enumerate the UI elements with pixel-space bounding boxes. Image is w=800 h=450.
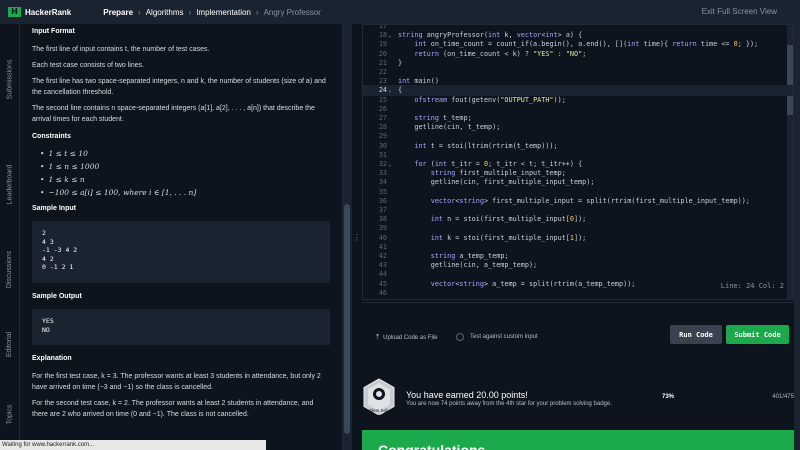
- badge-progress-percent: 73%: [662, 394, 675, 400]
- line-number: 46: [378, 288, 387, 297]
- explanation-heading: Explanation: [32, 355, 72, 362]
- hackerrank-logo[interactable]: H HackerRank: [8, 7, 71, 17]
- badge-label: Problem Solving ★★★: [362, 408, 396, 418]
- tab-topics[interactable]: Topics: [0, 384, 20, 444]
- problem-solving-badge-icon: Problem Solving ★★★: [362, 378, 396, 418]
- input-format-line: The second line contains n space-separat…: [32, 105, 315, 123]
- chevron-right-icon: ›: [138, 7, 141, 17]
- run-code-button[interactable]: Run Code: [670, 325, 722, 344]
- points-earned-banner: Problem Solving ★★★ You have earned 20.00…: [362, 372, 794, 422]
- drag-handle-icon: ⋮: [353, 232, 361, 242]
- sample-input-block: 2 4 3 -1 -3 4 2 4 2 0 -1 2 1: [32, 221, 330, 283]
- constraint-item: 1 ≤ t ≤ 10: [40, 149, 330, 158]
- scrollbar-thumb[interactable]: [344, 204, 350, 434]
- top-bar: H HackerRank Prepare › Algorithms › Impl…: [0, 0, 800, 24]
- constraints-list: 1 ≤ t ≤ 10 1 ≤ n ≤ 1000 1 ≤ k ≤ n −100 ≤…: [40, 149, 330, 197]
- divider: [362, 302, 794, 303]
- input-format-line: The first line has two space-separated i…: [32, 78, 326, 96]
- constraint-item: −100 ≤ a[i] ≤ 100, where i ∈ [1, . . . n…: [40, 188, 330, 197]
- sample-output-heading: Sample Output: [32, 293, 82, 300]
- explanation-paragraph: For the first test case, k = 3. The prof…: [32, 373, 321, 391]
- browser-status-text: Waiting for www.hackerrank.com...: [0, 440, 266, 450]
- chevron-right-icon: ›: [255, 7, 259, 17]
- tab-editorial[interactable]: Editorial: [0, 314, 20, 374]
- sample-output-block: YES NO: [32, 309, 330, 345]
- congratulations-banner: Congratulations: [362, 430, 794, 450]
- constraint-item: 1 ≤ n ≤ 1000: [40, 162, 330, 171]
- problem-scrollbar[interactable]: [342, 24, 352, 450]
- custom-input-toggle[interactable]: Test against custom input: [456, 333, 538, 341]
- custom-input-label: Test against custom input: [470, 334, 538, 340]
- upload-label: Upload Code as File: [383, 335, 438, 341]
- upload-code-link[interactable]: ⤒ Upload Code as File: [376, 334, 437, 342]
- submit-code-button[interactable]: Submit Code: [726, 325, 789, 344]
- problem-statement-panel: Input Format The first line of input con…: [20, 24, 342, 450]
- code-editor[interactable]: 17 18 ⌄ string angryProfessor(int k, vector…: [362, 24, 794, 300]
- breadcrumb-algorithms[interactable]: Algorithms: [146, 8, 184, 17]
- tab-discussions[interactable]: Discussions: [0, 239, 20, 299]
- page-scrollbar[interactable]: [794, 24, 800, 450]
- breadcrumb-implementation[interactable]: Implementation: [196, 8, 251, 17]
- badge-progress-count: 401/475: [772, 394, 794, 400]
- explanation-paragraph: For the second test case, k = 2. The pro…: [32, 400, 314, 418]
- constraint-item: 1 ≤ k ≤ n: [40, 175, 330, 184]
- chevron-right-icon: ›: [188, 7, 192, 17]
- input-format-line: Each test case consists of two lines.: [32, 62, 145, 69]
- breadcrumb: Prepare › Algorithms › Implementation › …: [103, 8, 321, 17]
- upload-icon: ⤒: [376, 334, 380, 341]
- input-format-heading: Input Format: [32, 28, 75, 35]
- side-tab-bar: Submissions Leaderboard Discussions Edit…: [0, 24, 20, 450]
- input-format-line: The first line of input contains t, the …: [32, 46, 210, 53]
- breadcrumb-current-challenge: Angry Professor: [263, 7, 321, 17]
- exit-fullscreen-link[interactable]: Exit Full Screen View: [702, 7, 777, 16]
- constraints-heading: Constraints: [32, 133, 71, 140]
- custom-input-checkbox[interactable]: [456, 333, 464, 341]
- cursor-position-indicator: Line: 24 Col: 2: [720, 282, 784, 290]
- points-title: You have earned 20.00 points!: [406, 390, 528, 400]
- congratulations-title: Congratulations: [378, 442, 486, 450]
- sample-input-heading: Sample Input: [32, 205, 76, 212]
- tab-submissions[interactable]: Submissions: [0, 49, 20, 109]
- logo-text: HackerRank: [25, 7, 72, 17]
- points-subtitle: You are now 74 points away from the 4th …: [406, 401, 612, 407]
- breadcrumb-prepare[interactable]: Prepare: [103, 8, 133, 17]
- panel-resize-handle[interactable]: ⋮: [352, 24, 362, 450]
- logo-mark-icon: H: [8, 7, 21, 17]
- tab-leaderboard[interactable]: Leaderboard: [0, 154, 20, 214]
